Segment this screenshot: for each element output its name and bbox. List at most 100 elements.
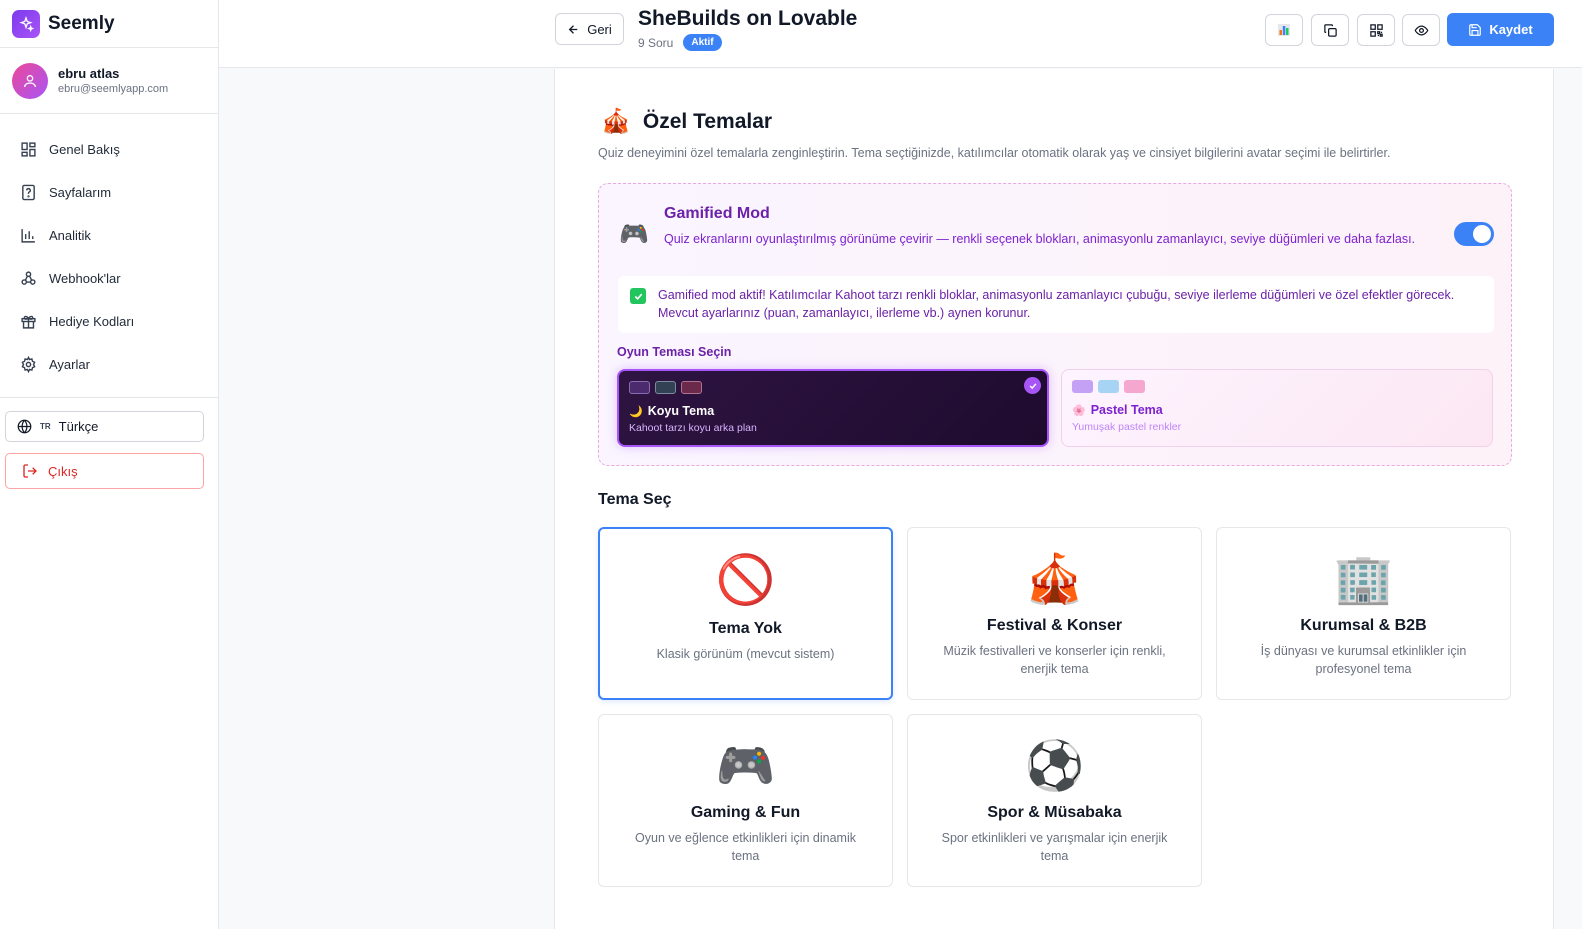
swatch — [1124, 380, 1145, 393]
check-icon — [630, 288, 646, 304]
prohibited-icon: 🚫 — [715, 553, 776, 607]
sidebar-item-overview[interactable]: Genel Bakış — [0, 128, 218, 171]
sidebar-item-settings[interactable]: Ayarlar — [0, 343, 218, 386]
active-note-text: Gamified mod aktif! Katılımcılar Kahoot … — [658, 288, 1455, 320]
user-name: ebru atlas — [58, 66, 120, 81]
gear-icon — [21, 356, 36, 373]
question-count: 9 Soru — [638, 35, 674, 50]
option-name-text: Koyu Tema — [647, 404, 715, 418]
copy-icon — [1323, 23, 1337, 37]
status-badge: Aktif — [683, 34, 722, 51]
sidebar-item-gift-codes[interactable]: Hediye Kodları — [0, 300, 218, 343]
save-button[interactable]: Kaydet — [1447, 13, 1554, 46]
moon-icon: 🌙 — [629, 405, 643, 418]
swatch — [629, 381, 650, 394]
duplicate-button[interactable] — [1311, 14, 1349, 46]
gamified-title: Gamified Mod — [664, 205, 770, 222]
avatar — [12, 62, 48, 99]
tile-description: İş dünyası ve kurumsal etkinlikler için … — [1260, 644, 1467, 676]
sidebar-item-label: Analitik — [49, 228, 91, 243]
floppy-disk-icon — [1469, 23, 1482, 36]
section-title-text: Özel Temalar — [642, 109, 773, 133]
tile-description: Oyun ve eğlence etkinlikleri için dinami… — [635, 831, 856, 863]
flower-icon: 🌸 — [1072, 404, 1086, 417]
sparkles-icon — [12, 9, 40, 38]
swatch — [655, 381, 676, 394]
tile-name: Tema Yok — [709, 620, 782, 637]
webhook-icon — [21, 271, 36, 285]
tile-name: Kurumsal & B2B — [1300, 617, 1427, 634]
game-theme-label: Oyun Teması Seçin — [617, 345, 732, 359]
circus-tent-icon: 🎪 — [1024, 552, 1085, 606]
selected-check-icon — [1024, 377, 1041, 394]
theme-tile-none[interactable]: 🚫 Tema Yok Klasik görünüm (mevcut sistem… — [598, 527, 893, 700]
sidebar-item-label: Sayfalarım — [49, 185, 112, 200]
sidebar-item-label: Genel Bakış — [49, 142, 120, 157]
preview-button[interactable] — [1402, 14, 1440, 46]
question-file-icon — [22, 184, 35, 201]
save-label: Kaydet — [1489, 22, 1533, 37]
option-subtitle: Kahoot tarzı koyu arka plan — [629, 422, 757, 434]
section-title: 🎪 Özel Temalar — [601, 107, 772, 136]
logout-icon — [23, 464, 37, 478]
tile-description: Spor etkinlikleri ve yarışmalar için ene… — [941, 831, 1168, 863]
qr-code-button[interactable] — [1357, 14, 1395, 46]
bar-chart-icon — [21, 229, 35, 243]
back-button[interactable]: Geri — [555, 13, 624, 45]
option-name: 🌸 Pastel Tema — [1072, 403, 1163, 417]
page-subtitle: 9 Soru Aktif — [638, 34, 722, 51]
sidebar-item-analytics[interactable]: Analitik — [0, 214, 218, 257]
user-profile[interactable]: ebru atlas ebru@seemlyapp.com — [0, 48, 218, 114]
sidebar-item-pages[interactable]: Sayfalarım — [0, 171, 218, 214]
theme-tile-gaming[interactable]: 🎮 Gaming & Fun Oyun ve eğlence etkinlikl… — [598, 714, 893, 887]
sidebar: Seemly ebru atlas ebru@seemlyapp.com Gen… — [0, 0, 219, 929]
logout-label: Çıkış — [48, 463, 78, 479]
logout-button[interactable]: Çıkış — [5, 453, 204, 489]
arrow-left-icon — [568, 24, 578, 34]
game-controller-icon: 🎮 — [619, 221, 649, 248]
sidebar-item-label: Ayarlar — [49, 357, 90, 372]
grid-icon — [21, 142, 36, 157]
sidebar-item-label: Hediye Kodları — [49, 314, 135, 329]
gamified-mode-panel: 🎮 Gamified Mod Quiz ekranlarını oyunlaşt… — [598, 183, 1512, 466]
game-controller-icon: 🎮 — [715, 739, 776, 793]
gamified-active-note: Gamified mod aktif! Katılımcılar Kahoot … — [618, 276, 1494, 333]
color-swatches — [629, 381, 702, 394]
game-theme-dark[interactable]: 🌙 Koyu Tema Kahoot tarzı koyu arka plan — [617, 369, 1049, 447]
eye-icon — [1414, 24, 1428, 36]
color-swatches — [1072, 380, 1145, 393]
globe-icon — [17, 419, 32, 434]
sidebar-nav: Genel Bakış Sayfalarım Analitik Webhook'… — [0, 114, 218, 398]
language-label: Türkçe — [58, 419, 99, 434]
qr-code-icon — [1369, 23, 1383, 37]
tile-name: Spor & Müsabaka — [987, 804, 1122, 821]
circus-tent-icon: 🎪 — [601, 108, 631, 135]
brand-name: Seemly — [48, 12, 115, 34]
back-label: Geri — [587, 21, 612, 37]
tile-description: Klasik görünüm (mevcut sistem) — [656, 647, 835, 661]
brand[interactable]: Seemly — [0, 0, 218, 48]
stats-button[interactable] — [1265, 14, 1303, 46]
tile-description: Müzik festivalleri ve konserler için ren… — [943, 644, 1166, 676]
page-title: SheBuilds on Lovable — [638, 7, 858, 30]
theme-tile-festival[interactable]: 🎪 Festival & Konser Müzik festivalleri v… — [907, 527, 1202, 700]
soccer-ball-icon: ⚽ — [1024, 739, 1085, 793]
theme-tile-corporate[interactable]: 🏢 Kurumsal & B2B İş dünyası ve kurumsal … — [1216, 527, 1511, 700]
tile-name: Gaming & Fun — [690, 804, 801, 821]
theme-settings-card: 🎪 Özel Temalar Quiz deneyimini özel tema… — [554, 69, 1554, 929]
language-code: TR — [40, 422, 51, 431]
gamified-toggle[interactable] — [1454, 222, 1494, 246]
language-selector[interactable]: TR Türkçe — [5, 411, 204, 442]
sidebar-item-label: Webhook'lar — [49, 271, 121, 286]
sidebar-item-webhooks[interactable]: Webhook'lar — [0, 257, 218, 300]
game-theme-pastel[interactable]: 🌸 Pastel Tema Yumuşak pastel renkler — [1061, 369, 1493, 447]
gift-icon — [21, 315, 36, 329]
office-building-icon: 🏢 — [1333, 552, 1394, 606]
theme-select-title: Tema Seç — [598, 491, 672, 508]
swatch — [681, 381, 702, 394]
option-name-text: Pastel Tema — [1090, 403, 1163, 417]
tile-name: Festival & Konser — [986, 617, 1123, 634]
theme-tile-sports[interactable]: ⚽ Spor & Müsabaka Spor etkinlikleri ve y… — [907, 714, 1202, 887]
user-email: ebru@seemlyapp.com — [58, 83, 169, 95]
option-name: 🌙 Koyu Tema — [629, 404, 714, 418]
